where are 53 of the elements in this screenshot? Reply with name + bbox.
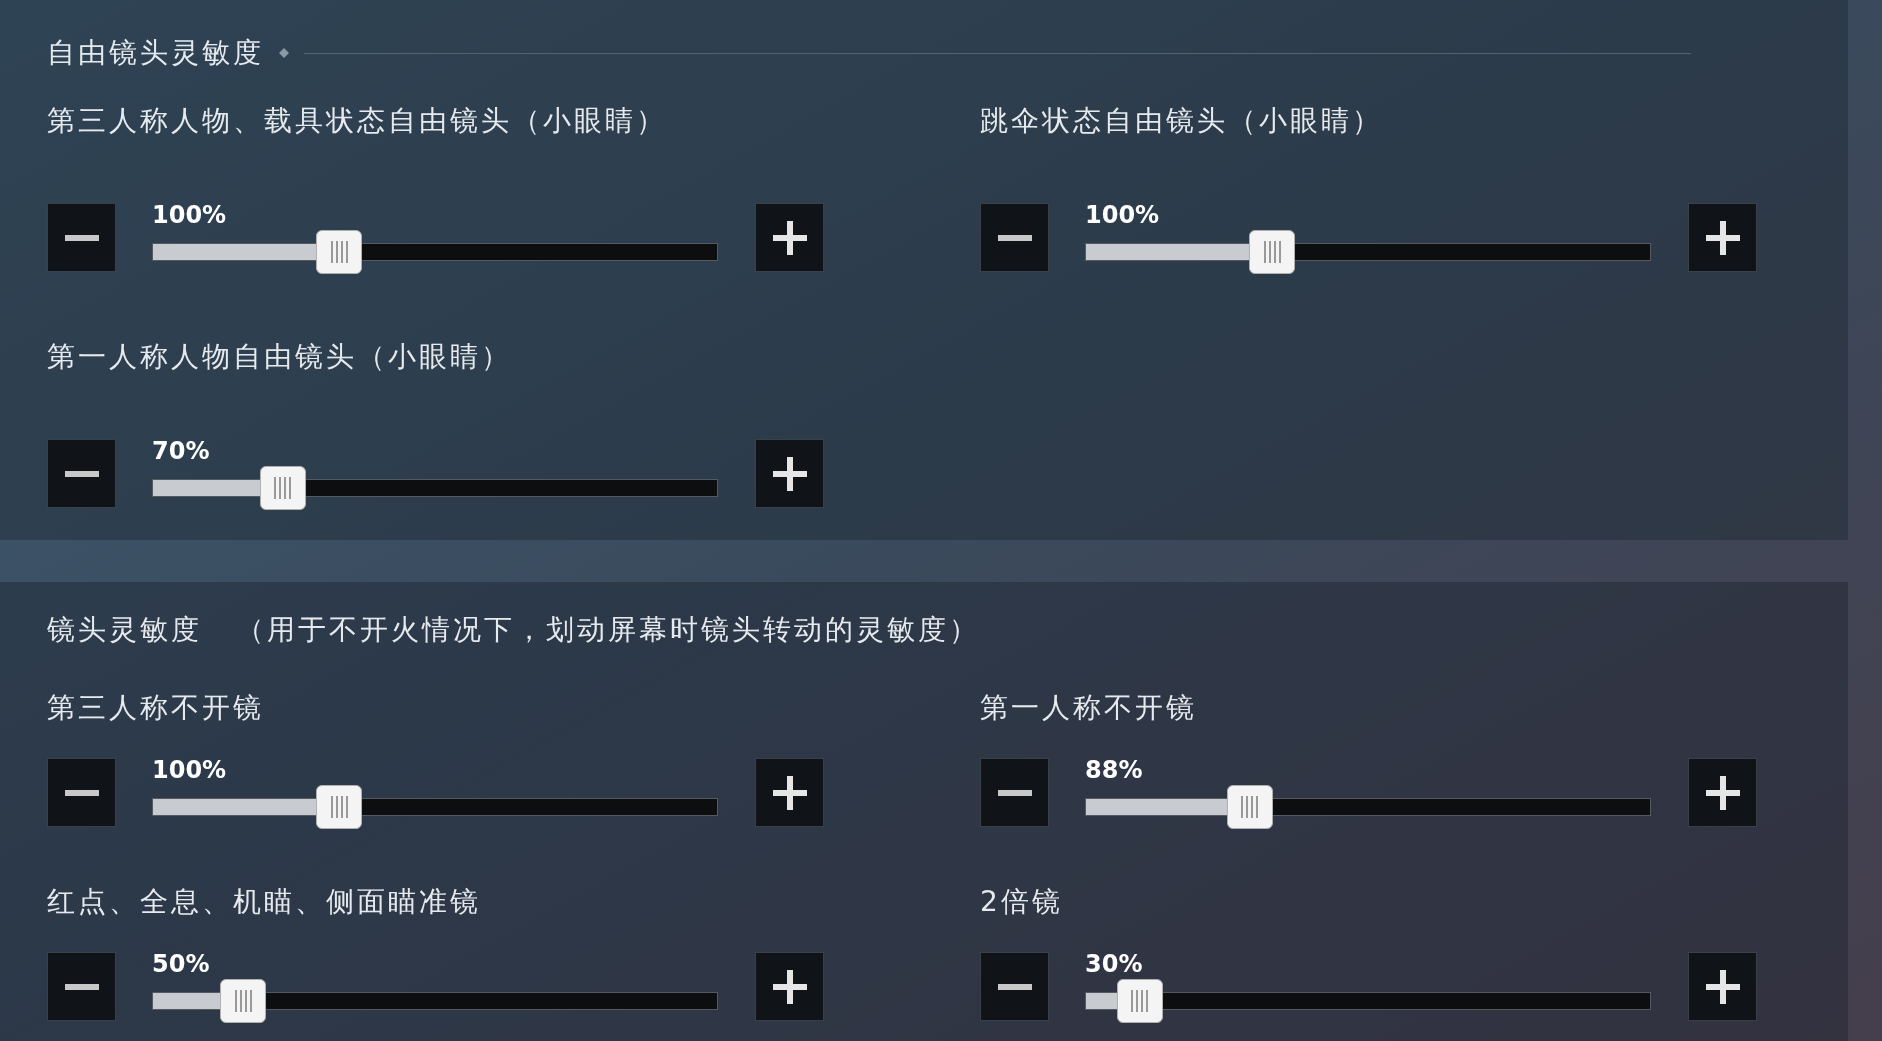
- value-text: 88%: [1085, 758, 1143, 782]
- setting-label: 第一人称不开镜: [980, 690, 1198, 726]
- decrease-button[interactable]: [980, 952, 1049, 1021]
- decrease-button[interactable]: [980, 758, 1049, 827]
- plus-icon: [1705, 220, 1740, 255]
- value-text: 30%: [1085, 952, 1143, 976]
- setting-label: 第三人称人物、载具状态自由镜头（小眼睛）: [47, 103, 668, 139]
- minus-icon: [64, 470, 99, 477]
- increase-button[interactable]: [755, 952, 824, 1021]
- minus-icon: [64, 789, 99, 796]
- plus-icon: [772, 456, 807, 491]
- slider-thumb[interactable]: [1226, 785, 1273, 829]
- increase-button[interactable]: [755, 758, 824, 827]
- slider-thumb[interactable]: [1249, 230, 1296, 274]
- decrease-button[interactable]: [47, 952, 116, 1021]
- section-note: （用于不开火情况下，划动屏幕时镜头转动的灵敏度）: [236, 612, 980, 648]
- setting-label: 第一人称人物自由镜头（小眼睛）: [47, 339, 513, 375]
- setting-label: 跳伞状态自由镜头（小眼睛）: [980, 103, 1384, 139]
- increase-button[interactable]: [755, 203, 824, 272]
- decrease-button[interactable]: [47, 203, 116, 272]
- increase-button[interactable]: [755, 439, 824, 508]
- increase-button[interactable]: [1688, 203, 1757, 272]
- setting-label: 红点、全息、机瞄、侧面瞄准镜: [47, 884, 482, 920]
- setting-label: 第三人称不开镜: [47, 690, 265, 726]
- section-title: 镜头灵敏度: [47, 612, 202, 648]
- setting-label: 2倍镜: [980, 884, 1064, 920]
- minus-icon: [997, 789, 1032, 796]
- value-text: 100%: [1085, 203, 1160, 227]
- increase-button[interactable]: [1688, 952, 1757, 1021]
- minus-icon: [997, 234, 1032, 241]
- plus-icon: [772, 220, 807, 255]
- minus-icon: [997, 983, 1032, 990]
- minus-icon: [64, 234, 99, 241]
- minus-icon: [64, 983, 99, 990]
- value-text: 100%: [152, 758, 227, 782]
- increase-button[interactable]: [1688, 758, 1757, 827]
- plus-icon: [772, 775, 807, 810]
- plus-icon: [1705, 969, 1740, 1004]
- slider-thumb[interactable]: [220, 979, 267, 1023]
- diamond-icon: [278, 47, 290, 59]
- slider-thumb[interactable]: [316, 230, 363, 274]
- value-text: 50%: [152, 952, 210, 976]
- slider-thumb[interactable]: [1116, 979, 1163, 1023]
- value-text: 100%: [152, 203, 227, 227]
- plus-icon: [1705, 775, 1740, 810]
- value-text: 70%: [152, 439, 210, 463]
- decrease-button[interactable]: [47, 758, 116, 827]
- slider-thumb[interactable]: [316, 785, 363, 829]
- decrease-button[interactable]: [47, 439, 116, 508]
- slider-thumb[interactable]: [259, 466, 306, 510]
- section-title: 自由镜头灵敏度: [47, 35, 264, 71]
- plus-icon: [772, 969, 807, 1004]
- decrease-button[interactable]: [980, 203, 1049, 272]
